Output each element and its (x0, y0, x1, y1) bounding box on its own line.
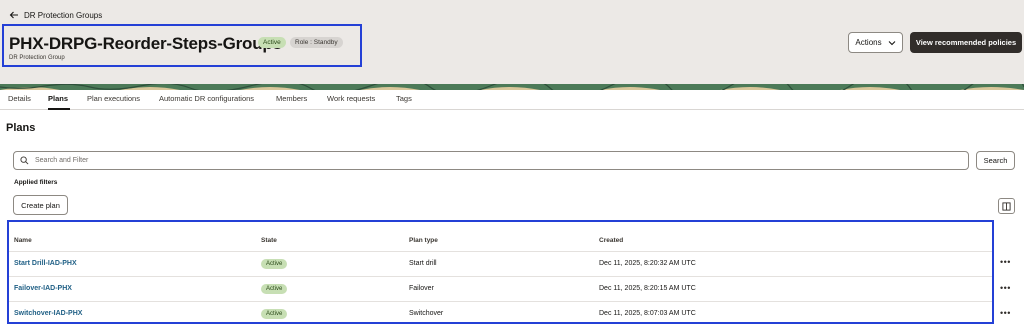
plan-type: Switchover (409, 310, 444, 317)
table-row: Switchover-IAD-PHX Active Switchover Dec… (9, 301, 992, 326)
created-date: Dec 11, 2025, 8:20:15 AM UTC (599, 285, 696, 292)
tab-members[interactable]: Members (276, 94, 307, 103)
tab-tags[interactable]: Tags (396, 94, 412, 103)
view-recommended-policies-button[interactable]: View recommended policies (910, 32, 1022, 53)
plan-type: Failover (409, 285, 434, 292)
column-header-created[interactable]: Created (599, 237, 623, 244)
state-badge: Active (261, 309, 288, 319)
plans-table: Name State Plan type Created Start Drill… (7, 220, 994, 324)
back-link[interactable]: DR Protection Groups (9, 10, 102, 20)
chevron-down-icon (888, 40, 895, 45)
table-row: Start Drill-IAD-PHX Active Start drill D… (9, 251, 992, 276)
more-horizontal-icon[interactable]: ••• (1000, 283, 1011, 293)
page-title: PHX-DRPG-Reorder-Steps-Groups (9, 34, 282, 53)
more-horizontal-icon[interactable]: ••• (1000, 308, 1011, 318)
search-button[interactable]: Search (976, 151, 1015, 170)
active-tab-indicator (48, 108, 70, 110)
columns-icon (1002, 201, 1011, 211)
plan-type: Start drill (409, 260, 437, 267)
actions-button-label: Actions (855, 38, 882, 47)
page-subtitle: DR Protection Group (9, 55, 65, 61)
role-badge: Role : Standby (290, 37, 343, 48)
column-header-plan-type[interactable]: Plan type (409, 237, 438, 244)
applied-filters-label: Applied filters (14, 179, 58, 186)
tab-plans[interactable]: Plans (48, 94, 68, 103)
title-highlight: PHX-DRPG-Reorder-Steps-Groups Active Rol… (2, 24, 362, 67)
page-header: DR Protection Groups PHX-DRPG-Reorder-St… (0, 0, 1024, 84)
plan-name-link[interactable]: Switchover-IAD-PHX (14, 310, 82, 317)
back-link-label: DR Protection Groups (24, 10, 103, 20)
tab-details[interactable]: Details (8, 94, 31, 103)
tab-bar: Details Plans Plan executions Automatic … (0, 90, 1024, 110)
tab-plan-executions[interactable]: Plan executions (87, 94, 140, 103)
create-plan-button[interactable]: Create plan (13, 195, 68, 215)
section-title: Plans (6, 122, 36, 134)
table-row: Failover-IAD-PHX Active Failover Dec 11,… (9, 276, 992, 301)
status-badge: Active (258, 37, 286, 48)
state-badge: Active (261, 259, 288, 269)
plan-name-link[interactable]: Start Drill-IAD-PHX (14, 260, 77, 267)
more-horizontal-icon[interactable]: ••• (1000, 257, 1011, 267)
created-date: Dec 11, 2025, 8:20:32 AM UTC (599, 260, 696, 267)
actions-button[interactable]: Actions (848, 32, 903, 53)
search-icon (20, 156, 29, 165)
search-placeholder: Search and Filter (35, 157, 89, 164)
state-badge: Active (261, 284, 288, 294)
plan-name-link[interactable]: Failover-IAD-PHX (14, 285, 72, 292)
tab-work-requests[interactable]: Work requests (327, 94, 375, 103)
search-input[interactable]: Search and Filter (13, 151, 969, 170)
column-header-name[interactable]: Name (14, 237, 32, 244)
tab-automatic-dr-configurations[interactable]: Automatic DR configurations (159, 94, 254, 103)
manage-columns-button[interactable] (998, 198, 1015, 214)
arrow-left-icon (9, 11, 18, 19)
created-date: Dec 11, 2025, 8:07:03 AM UTC (599, 310, 696, 317)
column-header-state[interactable]: State (261, 237, 277, 244)
